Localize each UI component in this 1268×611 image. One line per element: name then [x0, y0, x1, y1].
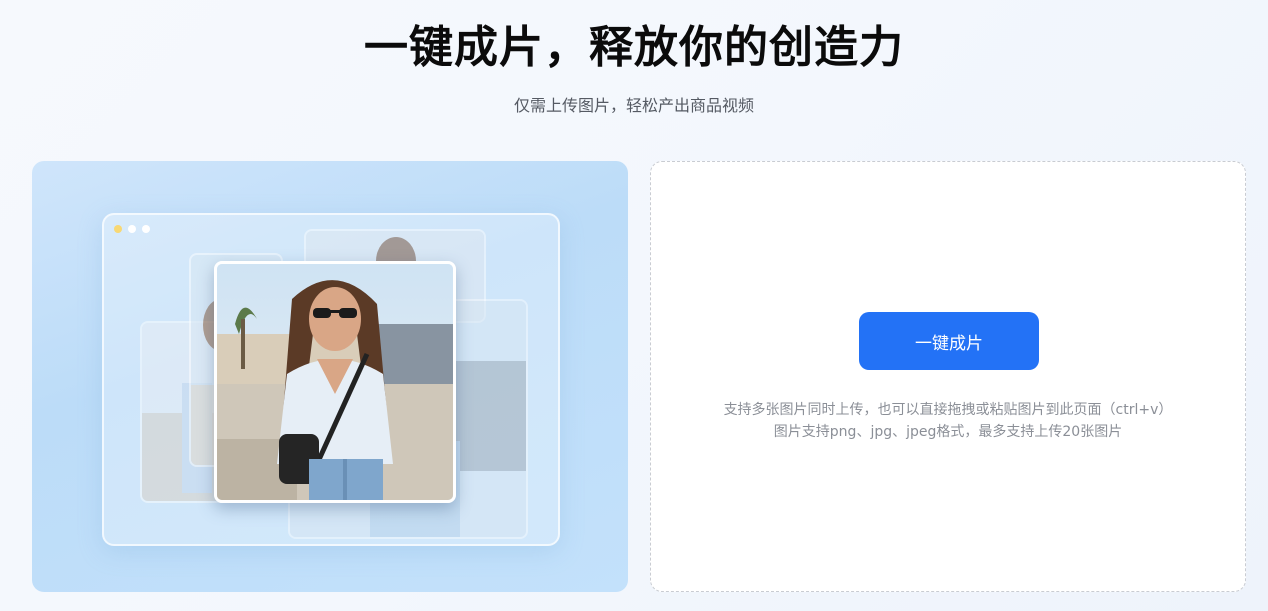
upload-hint-text: 支持多张图片同时上传，也可以直接拖拽或粘贴图片到此页面（ctrl+v） [723, 402, 1173, 418]
page-subtitle: 仅需上传图片，轻松产出商品视频 [513, 96, 754, 115]
upload-format-hint-text: 图片支持png、jpg、jpeg格式，最多支持上传20张图片 [773, 424, 1123, 440]
window-dot-yellow [114, 225, 122, 233]
upload-dropzone[interactable]: 一键成片 支持多张图片同时上传，也可以直接拖拽或粘贴图片到此页面（ctrl+v）… [650, 161, 1246, 592]
window-dot-white-2 [142, 225, 150, 233]
window-dot-white-1 [128, 225, 136, 233]
mock-browser-window [102, 213, 560, 546]
preview-panel [32, 161, 628, 592]
one-click-generate-button[interactable]: 一键成片 [859, 312, 1039, 370]
page-title: 一键成片，释放你的创造力 [364, 22, 904, 73]
fashion-photo-image [214, 261, 456, 503]
